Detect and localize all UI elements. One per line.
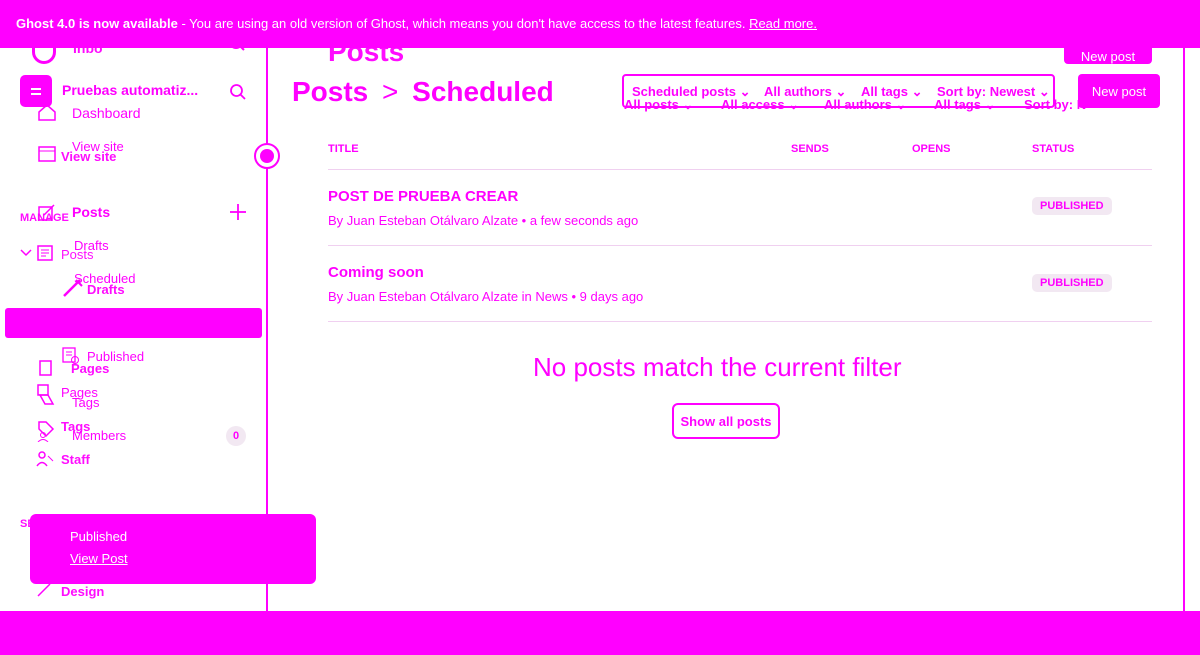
ghost-posts-icon [37, 245, 53, 261]
ghost-design-label: Design [61, 584, 105, 599]
table-row[interactable]: POST DE PRUEBA CREAR By Juan Esteban Otá… [328, 180, 1152, 244]
search-icon[interactable] [229, 83, 247, 101]
post-meta: By Juan Esteban Otálvaro Alzate • a few … [328, 213, 639, 228]
status-badge: PUBLISHED [1032, 274, 1112, 292]
column-header-title: TITLE [328, 143, 359, 155]
breadcrumb: Posts > Scheduled [292, 76, 554, 108]
post-title[interactable]: Coming soon [328, 264, 424, 281]
filter-author-dropdown[interactable]: All authors ⌄ [764, 84, 846, 100]
home-icon [38, 103, 56, 121]
sidebar-item-published[interactable]: Published [87, 349, 144, 364]
status-badge: PUBLISHED [1032, 197, 1112, 215]
ghost-staff-label: Staff [61, 452, 90, 467]
toast-text: Published [70, 529, 128, 544]
site-name[interactable]: Pruebas automatiz... [62, 82, 198, 98]
ghost-page-title: Posts [328, 36, 405, 67]
members-count-badge: 0 [226, 426, 246, 446]
filter-sort-dropdown[interactable]: Sort by: Newest ⌄ [937, 84, 1050, 100]
table-divider [328, 245, 1152, 246]
add-post-icon[interactable] [229, 203, 247, 221]
ghost-site-name: Inbo [73, 40, 103, 56]
filter-tag-dropdown[interactable]: All tags ⌄ [861, 84, 922, 100]
ghost-logo-icon [32, 28, 56, 64]
sidebar-item-view-site[interactable]: View site [72, 139, 124, 154]
ghost-chevron-icon [20, 248, 32, 258]
sidebar-item-drafts[interactable]: Drafts [74, 238, 109, 253]
ghost-members-icon [37, 420, 55, 442]
ghost-staff-icon [36, 450, 54, 468]
table-divider [328, 321, 1152, 322]
column-header-opens: OPENS [912, 143, 951, 155]
published-toast: Published View Post [30, 514, 316, 584]
ghost-new-post-button: New post [1064, 48, 1152, 64]
sidebar-item-dashboard[interactable]: Dashboard [72, 105, 141, 121]
update-banner: Ghost 4.0 is now available - You are usi… [0, 0, 1200, 48]
table-row[interactable]: Coming soon By Juan Esteban Otálvaro Alz… [328, 256, 1152, 320]
breadcrumb-separator: > [382, 76, 399, 107]
column-header-status: STATUS [1032, 143, 1075, 155]
published-icon [62, 347, 80, 365]
posts-edit-icon [38, 204, 56, 222]
sidebar-item-scheduled[interactable]: Scheduled [74, 271, 135, 286]
ghost-view-site-icon [38, 146, 56, 162]
new-post-button[interactable]: New post [1078, 74, 1160, 108]
column-header-sends: SENDS [791, 143, 829, 155]
ghost-search-icon [228, 40, 246, 54]
banner-message: - You are using an old version of Ghost,… [177, 16, 750, 31]
sidebar-item-tags[interactable]: Tags [72, 395, 99, 410]
toast-view-post-link[interactable]: View Post [70, 551, 128, 566]
right-divider [1183, 48, 1185, 611]
breadcrumb-scheduled: Scheduled [412, 76, 554, 107]
breadcrumb-posts[interactable]: Posts [292, 76, 368, 107]
show-all-posts-button[interactable]: Show all posts [672, 403, 780, 439]
empty-state-message: No posts match the current filter [533, 352, 902, 382]
sidebar-selected-highlight[interactable] [5, 308, 262, 338]
post-meta: By Juan Esteban Otálvaro Alzate in News … [328, 289, 644, 304]
sidebar-item-members[interactable]: Members [72, 428, 126, 443]
sidebar-resize-handle[interactable] [254, 143, 280, 169]
ghost-pages-icon [39, 360, 53, 376]
bottom-bar [0, 611, 1200, 655]
filter-type-dropdown[interactable]: Scheduled posts ⌄ [632, 84, 751, 100]
table-divider [328, 169, 1152, 170]
banner-read-more-link[interactable]: Read more. [749, 16, 817, 31]
sidebar-item-posts[interactable]: Posts [72, 204, 110, 220]
post-title[interactable]: POST DE PRUEBA CREAR [328, 188, 518, 205]
ghost-tag-icon [37, 384, 55, 406]
ghost-design-icon [36, 582, 52, 598]
